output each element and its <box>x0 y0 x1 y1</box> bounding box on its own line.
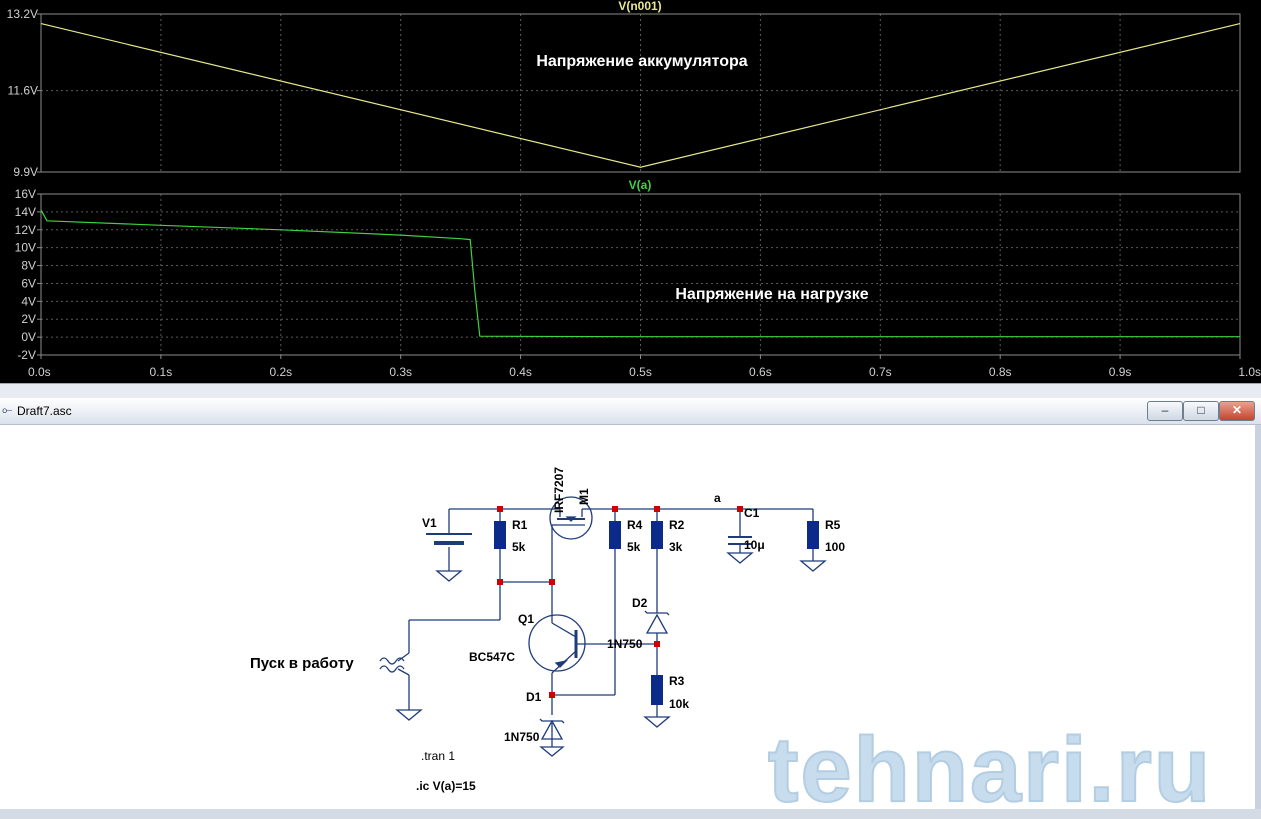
c1-value: 10μ <box>744 538 765 552</box>
d1-model: 1N750 <box>504 730 540 744</box>
bottom-y-tick-label: -2V <box>17 348 36 362</box>
ground-icon <box>539 746 565 757</box>
top-y-tick-label: 13.2V <box>7 7 38 21</box>
schematic-drawing: tehnari.ru V1 R1 5k R4 5k R2 3k C1 10μ R… <box>250 467 1212 819</box>
r5-label: R5 <box>825 518 841 532</box>
x-tick-label: 0.6s <box>749 365 772 379</box>
tran-directive[interactable]: .tran 1 <box>421 749 455 763</box>
r2-resistor[interactable] <box>651 521 663 549</box>
d2-label: D2 <box>632 596 648 610</box>
top-plot-grid <box>41 14 1240 172</box>
bottom-y-tick-label: 2V <box>21 312 36 326</box>
x-tick-label: 0.2s <box>269 365 292 379</box>
schematic-window: ⟜ Draft7.asc – □ ✕ tehnari.ru V1 R1 5k R… <box>0 398 1261 819</box>
top-plot-frame <box>40 13 1241 173</box>
waveform-plots: 13.2V 11.6V 9.9V 16V 14V 12V 10V 8V 6V 4V 2V 0V -2V… <box>7 0 1261 379</box>
bottom-plot-grid <box>41 194 1240 355</box>
close-button[interactable]: ✕ <box>1219 401 1255 421</box>
r3-value: 10k <box>669 697 689 711</box>
x-tick-label: 0.4s <box>509 365 532 379</box>
r1-resistor[interactable] <box>494 521 506 549</box>
r5-resistor[interactable] <box>807 521 819 549</box>
ground-icon <box>726 552 754 564</box>
schematic-canvas[interactable]: tehnari.ru V1 R1 5k R4 5k R2 3k C1 10μ R… <box>0 425 1261 819</box>
bottom-y-tick-label: 6V <box>21 276 36 290</box>
r2-value: 3k <box>669 540 683 554</box>
minimize-button[interactable]: – <box>1147 401 1183 421</box>
v1-label: V1 <box>422 516 437 530</box>
bottom-y-tick-label: 8V <box>21 259 36 273</box>
bottom-y-tick-label: 14V <box>15 205 36 219</box>
top-plot-y-ticks: 13.2V 11.6V 9.9V <box>7 7 41 179</box>
ground-icon <box>435 570 463 582</box>
x-tick-label: 0.7s <box>869 365 892 379</box>
d1-label: D1 <box>526 690 542 704</box>
x-tick-label: 0.0s <box>28 365 51 379</box>
ground-icon <box>799 560 827 572</box>
top-y-tick-label: 9.9V <box>13 165 38 179</box>
v1-battery-symbol[interactable] <box>426 533 472 545</box>
top-y-tick-label: 11.6V <box>8 84 38 98</box>
ground-symbols <box>395 552 827 757</box>
d2-model: 1N750 <box>607 637 643 651</box>
q1-label: Q1 <box>518 612 534 626</box>
m1-model: IRF7207 <box>552 467 566 513</box>
r2-label: R2 <box>669 518 685 532</box>
x-axis-ticks: 0.0s 0.1s 0.2s 0.3s 0.4s 0.5s 0.6s 0.7s 0.8s 0.9s… <box>28 355 1261 379</box>
r1-label: R1 <box>512 518 528 532</box>
net-a-label: a <box>714 491 721 505</box>
q1-transistor[interactable] <box>528 614 586 674</box>
x-tick-label: 0.5s <box>629 365 652 379</box>
x-tick-label: 1.0s <box>1238 365 1261 379</box>
bottom-y-tick-label: 12V <box>15 223 36 237</box>
bottom-y-tick-label: 16V <box>15 187 36 201</box>
x-tick-label: 0.8s <box>989 365 1012 379</box>
bottom-trace-name[interactable]: V(a) <box>629 178 652 192</box>
r3-resistor[interactable] <box>651 675 663 705</box>
bottom-annotation: Напряжение на нагрузке <box>675 286 868 303</box>
top-annotation: Напряжение аккумулятора <box>536 53 747 70</box>
start-switch[interactable] <box>379 652 410 676</box>
q1-model: BC547C <box>469 650 515 664</box>
watermark: tehnari.ru <box>768 719 1212 809</box>
m1-label: M1 <box>577 488 591 505</box>
r1-value: 5k <box>512 540 526 554</box>
ground-icon <box>643 716 671 728</box>
ltspice-icon: ⟜ <box>2 402 13 417</box>
window-title: Draft7.asc <box>17 404 72 418</box>
maximize-button[interactable]: □ <box>1183 401 1219 421</box>
r5-value: 100 <box>825 540 845 554</box>
c1-label: C1 <box>744 506 760 520</box>
x-tick-label: 0.1s <box>150 365 173 379</box>
bottom-y-tick-label: 0V <box>21 330 36 344</box>
r4-value: 5k <box>627 540 641 554</box>
window-titlebar[interactable]: ⟜ Draft7.asc – □ ✕ <box>0 398 1261 425</box>
ic-directive[interactable]: .ic V(a)=15 <box>416 779 476 793</box>
window-bottom-border <box>0 809 1261 819</box>
bottom-y-tick-label: 10V <box>15 241 36 255</box>
start-switch-label: Пуск в работу <box>250 655 354 672</box>
bottom-y-tick-label: 4V <box>21 294 36 308</box>
r4-label: R4 <box>627 518 643 532</box>
bottom-plot-y-ticks: 16V 14V 12V 10V 8V 6V 4V 2V 0V -2V <box>15 187 41 362</box>
x-tick-label: 0.3s <box>389 365 412 379</box>
top-trace-name[interactable]: V(n001) <box>618 0 661 13</box>
r4-resistor[interactable] <box>609 521 621 549</box>
ground-icon <box>395 709 423 721</box>
waveform-viewer[interactable]: 13.2V 11.6V 9.9V 16V 14V 12V 10V 8V 6V 4V 2V 0V -2V… <box>0 0 1261 383</box>
x-tick-label: 0.9s <box>1109 365 1132 379</box>
r3-label: R3 <box>669 674 685 688</box>
d2-zener[interactable] <box>644 610 670 634</box>
